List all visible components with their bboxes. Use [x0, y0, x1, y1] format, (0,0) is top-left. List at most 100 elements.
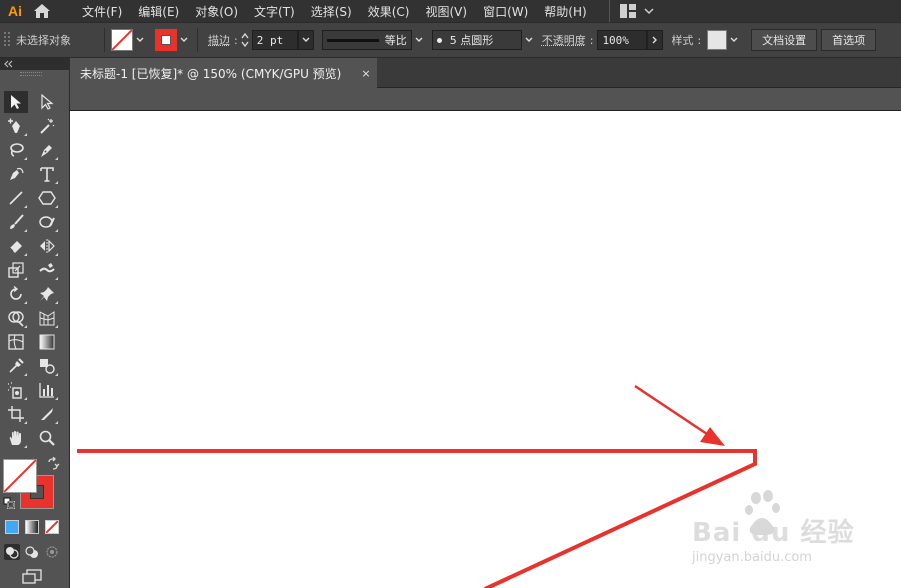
shaper-tool[interactable] [35, 211, 59, 233]
gradient-icon [38, 333, 56, 351]
selection-tool[interactable] [4, 91, 28, 113]
opacity-label[interactable]: 不透明度 [538, 32, 590, 48]
mesh-icon [7, 333, 25, 351]
stroke-profile-select[interactable]: 等比 [322, 30, 412, 50]
watermark-url: jingyan.baidu.com [692, 550, 812, 565]
pen-plus-icon [7, 117, 25, 135]
stroke-profile-dropdown[interactable] [412, 29, 426, 51]
document-tab-bar: 未标题-1 [已恢复]* @ 150% (CMYK/GPU 预览) × [70, 58, 901, 88]
lasso-tool[interactable] [4, 139, 28, 161]
stroke-weight-input[interactable]: 2 pt [252, 30, 298, 50]
magic-wand-icon [38, 117, 56, 135]
pen-nib-icon [38, 141, 56, 159]
opacity-expand[interactable] [647, 30, 663, 50]
column-graph-tool[interactable] [35, 379, 59, 401]
toolbar-header[interactable] [0, 58, 70, 70]
draw-normal-button[interactable] [4, 544, 20, 560]
fill-swatch[interactable] [111, 29, 133, 51]
chevron-down-icon [301, 36, 311, 44]
preferences-button[interactable]: 首选项 [821, 29, 876, 51]
default-fill-stroke-button[interactable] [3, 497, 15, 509]
document-setup-button[interactable]: 文档设置 [751, 29, 817, 51]
opacity-input[interactable]: 100% [597, 30, 647, 50]
none-mode-button[interactable] [45, 520, 59, 534]
menu-type[interactable]: 文字(T) [246, 3, 303, 20]
menu-view[interactable]: 视图(V) [417, 3, 475, 20]
paintbrush-tool[interactable] [4, 211, 28, 233]
draw-behind-button[interactable] [24, 544, 40, 560]
stepper-icon [240, 31, 250, 49]
graphic-style-dropdown[interactable] [727, 29, 741, 51]
curvature-tool[interactable] [4, 115, 28, 137]
artboard-icon [7, 405, 25, 423]
blend-icon [38, 357, 56, 375]
separator [104, 28, 105, 52]
color-mode-button[interactable] [5, 520, 19, 534]
slice-tool[interactable] [35, 403, 59, 425]
red-stroke-path[interactable] [77, 451, 755, 588]
document-tab[interactable]: 未标题-1 [已恢复]* @ 150% (CMYK/GPU 预览) [70, 58, 377, 88]
magic-wand-tool[interactable] [35, 115, 59, 137]
pen-tool[interactable] [35, 139, 59, 161]
eraser-tool[interactable] [4, 235, 28, 257]
reflect-tool[interactable] [35, 235, 59, 257]
panel-grip-icon[interactable] [2, 30, 12, 50]
hand-tool[interactable] [4, 427, 28, 449]
draw-behind-icon [24, 544, 40, 560]
type-tool[interactable] [35, 163, 59, 185]
graphic-style-swatch[interactable] [707, 30, 727, 50]
workspace-switcher[interactable] [609, 0, 656, 22]
warp-tool[interactable] [35, 259, 59, 281]
shape-builder-tool[interactable] [4, 307, 28, 329]
menu-effect[interactable]: 效果(C) [360, 3, 418, 20]
rotate-icon [7, 285, 25, 303]
brush-select[interactable]: 5 点圆形 [432, 30, 522, 50]
menu-object[interactable]: 对象(O) [187, 3, 246, 20]
fill-color-box[interactable] [3, 459, 37, 493]
blend-tool[interactable] [35, 355, 59, 377]
zoom-tool[interactable] [35, 427, 59, 449]
draw-normal-icon [4, 544, 20, 560]
menu-help[interactable]: 帮助(H) [536, 3, 594, 20]
puppet-warp-tool[interactable] [35, 283, 59, 305]
swap-fill-stroke-button[interactable] [46, 457, 60, 471]
stroke-weight-stepper[interactable] [238, 29, 252, 51]
hand-icon [7, 429, 25, 447]
stroke-label[interactable]: 描边 [204, 32, 234, 48]
gradient-mode-button[interactable] [25, 520, 39, 534]
workspace-layout-icon [620, 4, 636, 18]
close-tab-button[interactable]: × [358, 58, 374, 88]
chevron-down-icon [642, 6, 656, 16]
menu-select[interactable]: 选择(S) [303, 3, 360, 20]
none-swatch-icon [4, 460, 36, 492]
eyedropper-tool[interactable] [4, 355, 28, 377]
direct-selection-tool[interactable] [35, 91, 59, 113]
rotate-tool[interactable] [4, 283, 28, 305]
gradient-tool[interactable] [35, 331, 59, 353]
perspective-grid-tool[interactable] [35, 307, 59, 329]
polygon-tool[interactable] [35, 187, 59, 209]
fill-dropdown[interactable] [133, 29, 147, 51]
scale-tool[interactable] [4, 259, 28, 281]
toolbar-grip[interactable] [20, 72, 42, 76]
mesh-tool[interactable] [4, 331, 28, 353]
draw-inside-button[interactable] [44, 544, 60, 560]
draw-inside-icon [44, 544, 60, 560]
menu-file[interactable]: 文件(F) [74, 3, 130, 20]
pencil-curve-tool[interactable] [4, 163, 28, 185]
menu-window[interactable]: 窗口(W) [475, 3, 536, 20]
default-colors-icon [3, 497, 15, 509]
type-t-icon [38, 165, 56, 183]
stroke-profile-preview [327, 39, 379, 42]
line-tool[interactable] [4, 187, 28, 209]
pushpin-icon [38, 285, 56, 303]
home-icon[interactable] [30, 0, 54, 22]
stroke-color-dropdown[interactable] [177, 29, 191, 51]
symbol-sprayer-tool[interactable] [4, 379, 28, 401]
artboard-tool[interactable] [4, 403, 28, 425]
screen-mode-button[interactable] [20, 568, 44, 584]
brush-dropdown[interactable] [522, 29, 536, 51]
stroke-swatch[interactable] [155, 29, 177, 51]
stroke-weight-dropdown[interactable] [298, 30, 314, 50]
menu-edit[interactable]: 编辑(E) [130, 3, 187, 20]
